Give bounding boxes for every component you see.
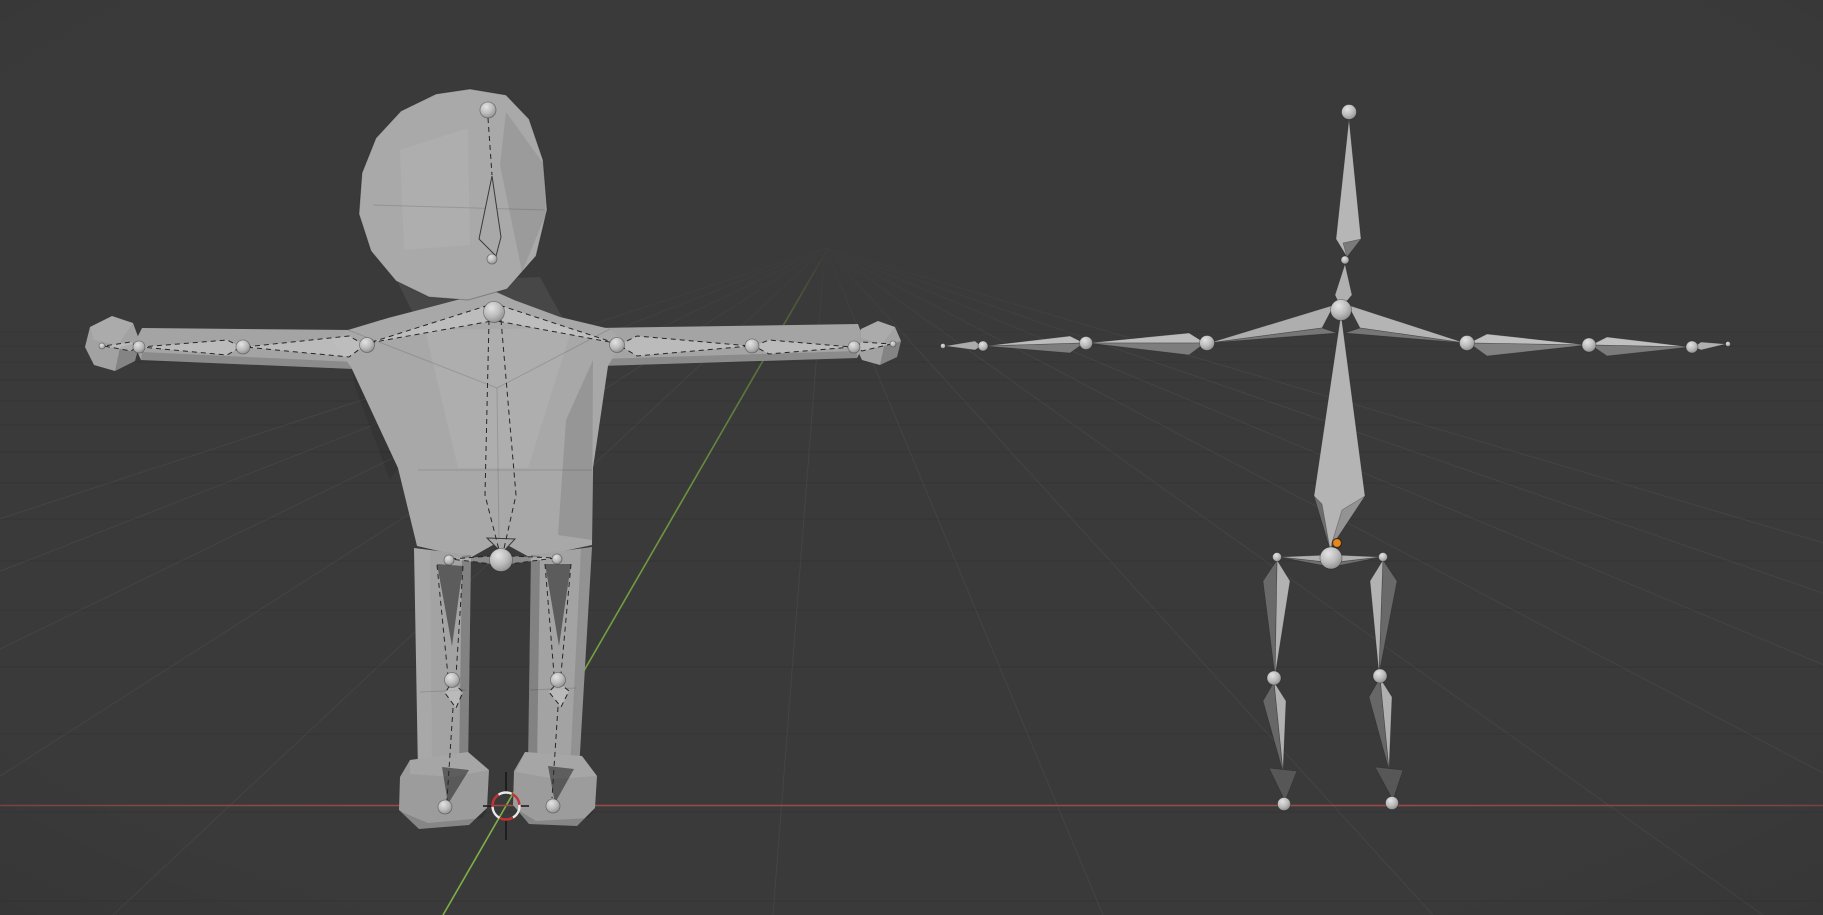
vignette-overlay	[0, 0, 1823, 915]
viewport-canvas[interactable]	[0, 0, 1823, 915]
3d-viewport[interactable]	[0, 0, 1823, 915]
